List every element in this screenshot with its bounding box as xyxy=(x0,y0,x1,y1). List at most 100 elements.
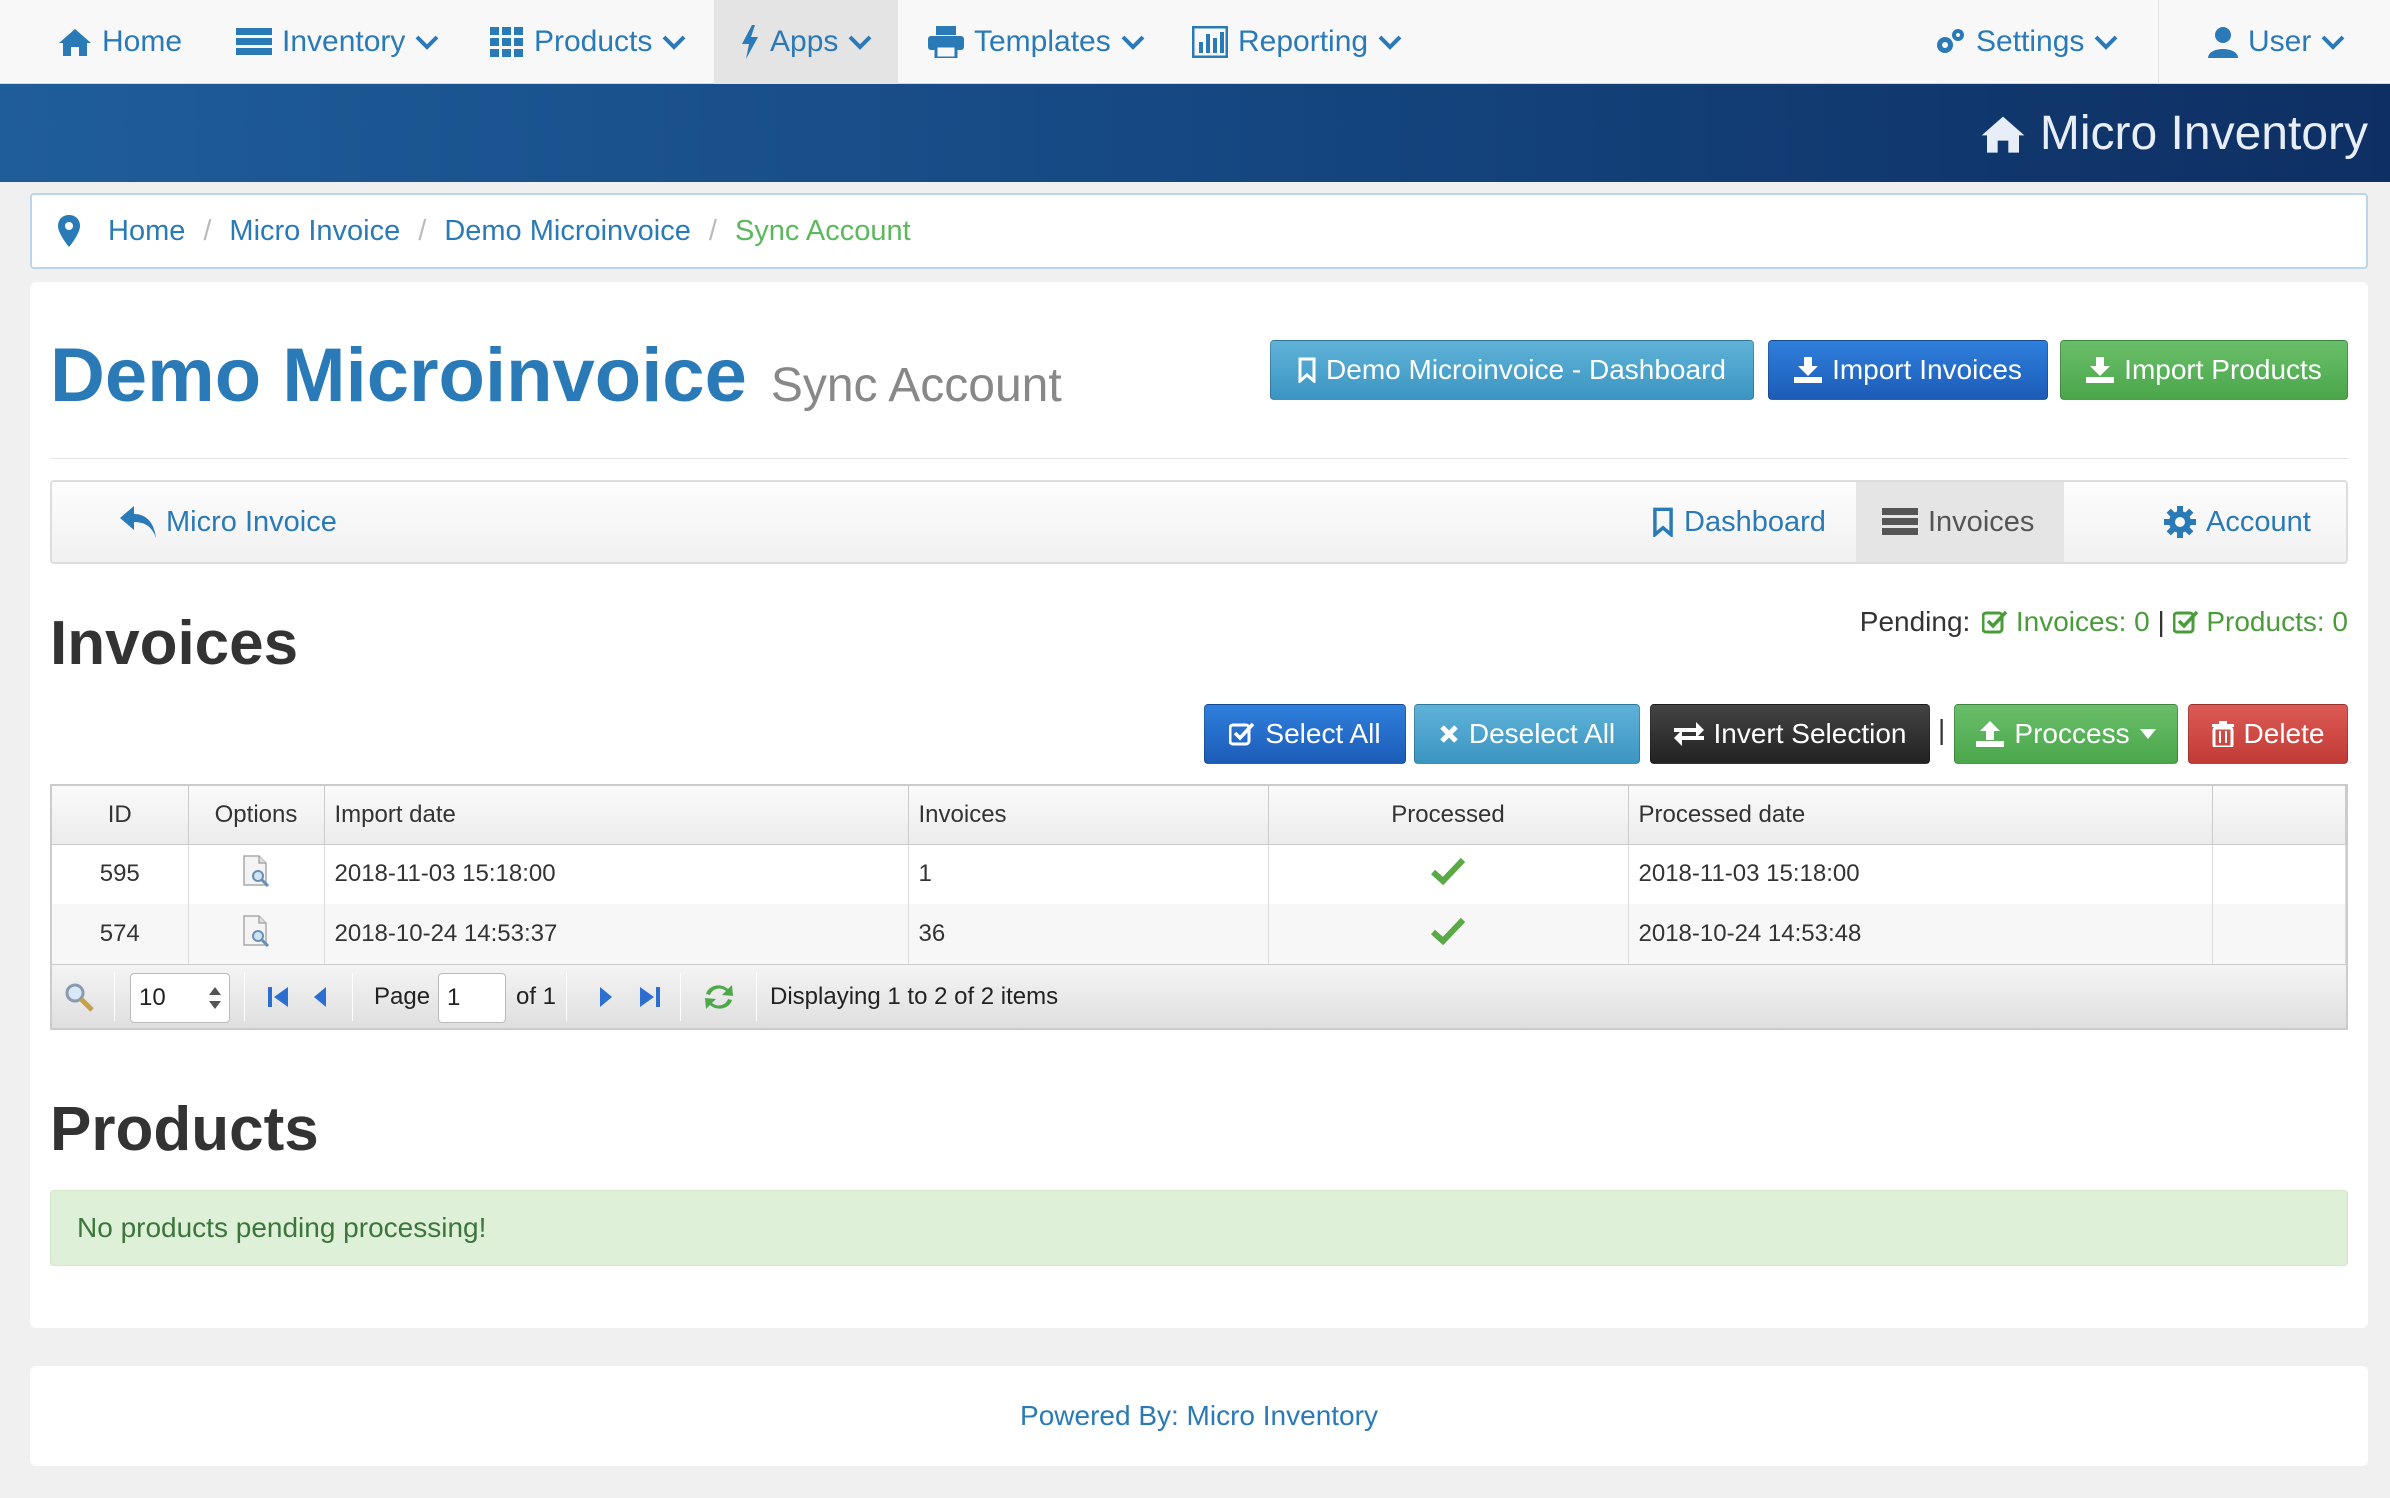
nav-settings[interactable]: Settings xyxy=(1934,0,2118,84)
delete-button[interactable]: Delete xyxy=(2188,704,2348,764)
pager-divider xyxy=(244,973,245,1021)
chevron-down-icon xyxy=(1121,35,1145,50)
column-header-invoices[interactable]: Invoices xyxy=(908,786,1269,845)
document-search-icon[interactable] xyxy=(241,855,271,887)
subnav-account[interactable]: Account xyxy=(2164,482,2311,562)
pager-display-info: Displaying 1 to 2 of 2 items xyxy=(770,983,1059,1010)
refresh-icon xyxy=(705,985,733,1009)
dashboard-button[interactable]: Demo Microinvoice - Dashboard xyxy=(1270,340,1754,400)
process-dropdown-button[interactable]: Proccess xyxy=(1954,704,2178,764)
breadcrumb-micro-invoice[interactable]: Micro Invoice xyxy=(229,215,400,248)
top-navbar: Home Inventory Products Apps Templates R… xyxy=(0,0,2390,84)
check-square-icon xyxy=(1229,722,1255,746)
nav-user[interactable]: User xyxy=(2208,0,2345,84)
pending-separator: | xyxy=(2157,606,2165,637)
cell-processed-date: 2018-10-24 14:53:48 xyxy=(1628,904,2213,964)
nav-home-label: Home xyxy=(102,25,183,58)
list-icon xyxy=(1882,508,1918,535)
pager-prev-button[interactable] xyxy=(312,965,330,1029)
page-number-input[interactable]: 1 xyxy=(438,973,506,1023)
table-row[interactable]: 574 2018-10-24 14:53:37 36 2018-10-24 14… xyxy=(52,904,2346,964)
import-invoices-button[interactable]: Import Invoices xyxy=(1768,340,2048,400)
invert-selection-button[interactable]: Invert Selection xyxy=(1650,704,1930,764)
subnav-invoices-label: Invoices xyxy=(1928,505,2035,538)
header-divider xyxy=(50,458,2348,459)
chevron-down-icon xyxy=(2321,35,2345,50)
breadcrumb-separator: / xyxy=(203,214,212,247)
subnav-invoices[interactable]: Invoices xyxy=(1856,482,2064,562)
pager-divider xyxy=(680,973,681,1021)
user-icon xyxy=(2208,27,2238,58)
column-header-processed[interactable]: Processed xyxy=(1268,786,1629,845)
cell-invoices: 1 xyxy=(908,844,1269,904)
nav-templates[interactable]: Templates xyxy=(928,0,1145,84)
breadcrumb: Home / Micro Invoice / Demo Microinvoice… xyxy=(30,193,2368,269)
home-icon xyxy=(1981,116,2025,153)
pager-first-button[interactable] xyxy=(266,965,292,1029)
page-size-select[interactable]: 10 xyxy=(130,973,230,1023)
cell-processed xyxy=(1268,904,1629,964)
gear-icon xyxy=(2164,506,2196,538)
sub-navbar: Micro Invoice Dashboard Invoices Account xyxy=(50,480,2348,564)
brand[interactable]: Micro Inventory xyxy=(1980,106,2368,161)
table-row[interactable]: 595 2018-11-03 15:18:00 1 2018-11-03 15:… xyxy=(52,844,2346,904)
pending-status: Pending: Invoices: 0 | Products: 0 xyxy=(1768,606,2368,638)
nav-reporting-label: Reporting xyxy=(1238,25,1369,58)
nav-products-label: Products xyxy=(534,25,653,58)
column-header-options[interactable]: Options xyxy=(188,786,325,845)
caret-down-icon xyxy=(2139,729,2156,739)
header-banner: Micro Inventory xyxy=(0,84,2390,182)
pager-of-label: of 1 xyxy=(516,983,557,1010)
action-separator: | xyxy=(1938,714,1946,745)
pager-divider xyxy=(114,973,115,1021)
pager-next-button[interactable] xyxy=(596,965,614,1029)
exchange-icon xyxy=(1673,722,1704,746)
breadcrumb-home[interactable]: Home xyxy=(108,215,185,248)
gears-icon xyxy=(1937,29,1964,53)
subnav-dashboard[interactable]: Dashboard xyxy=(1652,482,1826,562)
nav-templates-label: Templates xyxy=(974,25,1111,58)
cell-processed-date: 2018-11-03 15:18:00 xyxy=(1628,844,2213,904)
prev-page-icon xyxy=(314,987,326,1007)
import-products-button[interactable]: Import Products xyxy=(2060,340,2348,400)
pending-label: Pending: xyxy=(1859,606,1971,637)
page-subtitle: Sync Account xyxy=(770,359,1062,412)
footer-powered-by[interactable]: Powered By: Micro Inventory xyxy=(1020,1400,1378,1432)
trash-icon xyxy=(2211,721,2234,747)
nav-apps-label: Apps xyxy=(770,25,839,58)
subnav-back-label: Micro Invoice xyxy=(166,505,337,538)
subnav-back[interactable]: Micro Invoice xyxy=(120,482,337,562)
select-all-button[interactable]: Select All xyxy=(1204,704,1406,764)
document-search-icon[interactable] xyxy=(241,914,271,947)
pager-search-button[interactable] xyxy=(64,965,94,1029)
table-header-row: ID Options Import date Invoices Processe… xyxy=(52,786,2346,845)
column-header-import-date[interactable]: Import date xyxy=(324,786,909,845)
deselect-all-button[interactable]: Deselect All xyxy=(1414,704,1640,764)
page-header: Demo Microinvoice Sync Account xyxy=(50,332,1062,419)
pager-divider xyxy=(566,973,567,1021)
nav-home[interactable]: Home xyxy=(58,0,182,84)
subnav-dashboard-label: Dashboard xyxy=(1684,505,1826,538)
pager-last-button[interactable] xyxy=(636,965,662,1029)
page-title: Demo Microinvoice xyxy=(50,333,747,418)
column-header-processed-date[interactable]: Processed date xyxy=(1628,786,2213,845)
chevron-down-icon xyxy=(1378,35,1402,50)
cell-options xyxy=(188,904,325,964)
breadcrumb-demo-microinvoice[interactable]: Demo Microinvoice xyxy=(444,215,691,248)
nav-reporting[interactable]: Reporting xyxy=(1192,0,1402,84)
bolt-icon xyxy=(742,25,758,59)
breadcrumb-separator: / xyxy=(708,214,717,247)
nav-apps[interactable]: Apps xyxy=(714,0,898,84)
breadcrumb-current: Sync Account xyxy=(734,214,911,247)
column-header-id[interactable]: ID xyxy=(52,786,189,845)
cell-id: 574 xyxy=(52,904,189,964)
nav-inventory[interactable]: Inventory xyxy=(236,0,439,84)
chevron-down-icon xyxy=(662,35,686,50)
pager-refresh-button[interactable] xyxy=(702,965,736,1029)
nav-user-label: User xyxy=(2248,25,2312,58)
first-page-icon xyxy=(268,987,288,1007)
column-header-spacer xyxy=(2212,786,2346,845)
reply-icon xyxy=(120,506,156,538)
nav-products[interactable]: Products xyxy=(490,0,686,84)
magnifier-icon xyxy=(65,983,94,1012)
